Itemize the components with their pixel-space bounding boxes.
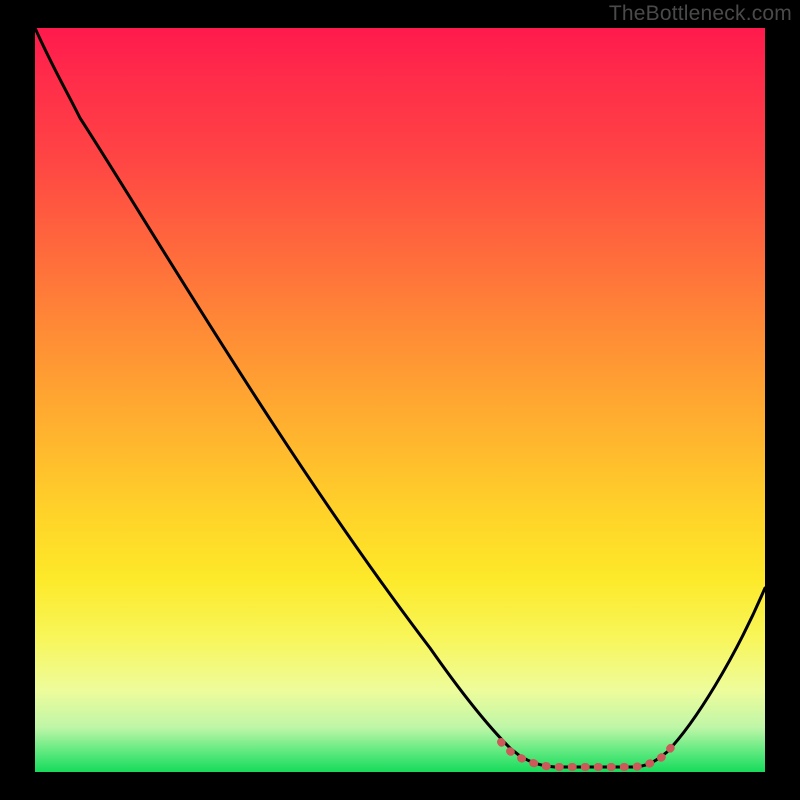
minimum-band-marker bbox=[501, 742, 675, 767]
plot-area bbox=[35, 28, 765, 772]
curve-layer bbox=[35, 28, 765, 772]
chart-frame: TheBottleneck.com bbox=[0, 0, 800, 800]
watermark-text: TheBottleneck.com bbox=[609, 2, 792, 26]
bottleneck-curve bbox=[35, 28, 765, 767]
